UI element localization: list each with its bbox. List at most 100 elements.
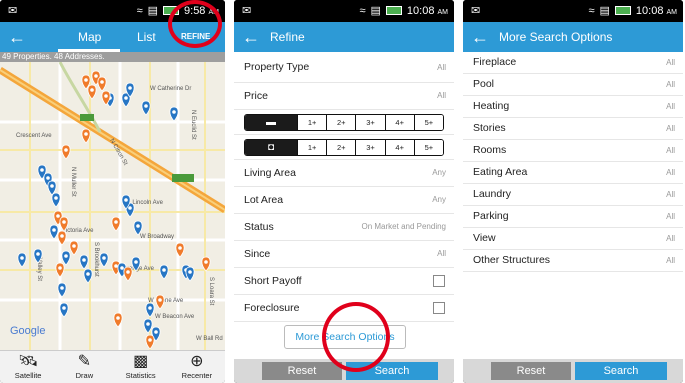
street-label: W Beacon Ave — [155, 314, 195, 320]
bath-option[interactable]: 2+ — [326, 140, 356, 155]
notification-icon: ✉ — [8, 5, 18, 17]
phone-map-screen: ✉ ≈ ▤ 9:58 AM ← Map List REFINE 49 Prope… — [0, 0, 225, 383]
back-arrow-icon[interactable]: ← — [242, 26, 260, 48]
bed-option[interactable]: 2+ — [326, 115, 356, 130]
bar-chart-icon: ▩ — [133, 353, 149, 370]
pin-dot — [120, 266, 124, 270]
notification-icon: ✉ — [242, 5, 252, 17]
pin-dot — [40, 168, 44, 172]
wifi-icon: ≈ — [136, 4, 143, 17]
street-label: W Ball Rd — [196, 336, 223, 342]
more-options-bottom-bar: Reset Search — [463, 359, 683, 383]
pin-dot — [178, 246, 182, 250]
pin-dot — [62, 220, 66, 224]
satellite-icon: 🛰 — [17, 353, 39, 370]
bathtub-icon: ◘ — [245, 140, 297, 155]
pin-dot — [116, 316, 120, 320]
living-area-row[interactable]: Living Area Any — [234, 160, 454, 187]
bath-option[interactable]: 4+ — [384, 140, 414, 155]
pin-dot — [188, 270, 192, 274]
back-arrow-icon[interactable]: ← — [471, 26, 489, 48]
pin-dot — [52, 228, 56, 232]
bed-option[interactable]: 3+ — [355, 115, 385, 130]
pin-dot — [90, 88, 94, 92]
bath-option[interactable]: 5+ — [413, 140, 443, 155]
bath-option[interactable]: 1+ — [297, 140, 327, 155]
pin-dot — [58, 266, 62, 270]
search-button[interactable]: Search — [575, 362, 667, 380]
phone-more-options-screen: ✉ ≈ ▤ 10:08 AM ← More Search Options Fir… — [463, 0, 683, 383]
option-row-fireplace[interactable]: Fireplace All — [463, 52, 683, 74]
option-row-other-structures[interactable]: Other Structures All — [463, 250, 683, 272]
bedrooms-selector: ▬ 1+ 2+ 3+ 4+ 5+ — [234, 110, 454, 135]
pin-dot — [50, 184, 54, 188]
pin-dot — [104, 94, 108, 98]
bed-option[interactable]: 1+ — [297, 115, 327, 130]
page-title: Refine — [270, 30, 305, 44]
bath-option[interactable]: 3+ — [355, 140, 385, 155]
draw-button[interactable]: ✎ Draw — [56, 351, 112, 383]
signal-icon: ▤ — [147, 5, 159, 17]
status-row[interactable]: Status On Market and Pending — [234, 214, 454, 241]
pin-dot — [114, 220, 118, 224]
pin-dot — [86, 272, 90, 276]
wifi-icon: ≈ — [359, 4, 366, 17]
pin-dot — [72, 244, 76, 248]
crosshair-icon: ⊕ — [190, 353, 204, 370]
more-options-list: Fireplace All Pool All Heating All Stories A… — [463, 52, 683, 359]
pin-dot — [84, 78, 88, 82]
pin-dot — [54, 196, 58, 200]
option-row-eating-area[interactable]: Eating Area All — [463, 162, 683, 184]
street-label: N Euclid St — [190, 110, 196, 140]
short-payoff-checkbox[interactable] — [433, 275, 445, 287]
option-row-pool[interactable]: Pool All — [463, 74, 683, 96]
since-row[interactable]: Since All — [234, 241, 454, 268]
price-row[interactable]: Price All — [234, 83, 454, 110]
pin-dot — [128, 86, 132, 90]
short-payoff-row[interactable]: Short Payoff — [234, 268, 454, 295]
highlight-circle — [322, 302, 390, 372]
street-label: Victoria Ave — [62, 228, 94, 234]
option-row-view[interactable]: View All — [463, 228, 683, 250]
option-row-rooms[interactable]: Rooms All — [463, 140, 683, 162]
clock: 10:08 AM — [635, 4, 677, 17]
street-label: S Loara St — [208, 277, 214, 306]
option-row-heating[interactable]: Heating All — [463, 96, 683, 118]
pin-dot — [136, 224, 140, 228]
lot-area-row[interactable]: Lot Area Any — [234, 187, 454, 214]
pin-dot — [56, 214, 60, 218]
street-label: Crescent Ave — [16, 133, 52, 139]
pin-dot — [20, 256, 24, 260]
back-arrow-icon[interactable]: ← — [8, 26, 26, 48]
reset-button[interactable]: Reset — [262, 362, 342, 380]
map-view[interactable]: W Catherine Dr Crescent Ave W Lincoln Av… — [0, 62, 225, 351]
reset-button[interactable]: Reset — [491, 362, 571, 380]
pin-dot — [146, 322, 150, 326]
status-bar: ✉ ≈ ▤ 10:08 AM — [463, 0, 683, 22]
satellite-button[interactable]: 🛰 Satellite — [0, 351, 56, 383]
street-label: W Crone Ave — [148, 298, 184, 304]
bed-option[interactable]: 5+ — [413, 115, 443, 130]
bed-option[interactable]: 4+ — [384, 115, 414, 130]
street-label: W Catherine Dr — [150, 86, 191, 92]
page-title: More Search Options — [499, 30, 613, 44]
tab-map[interactable]: Map — [78, 30, 101, 44]
statistics-button[interactable]: ▩ Statistics — [113, 351, 169, 383]
pin-dot — [84, 132, 88, 136]
option-row-laundry[interactable]: Laundry All — [463, 184, 683, 206]
properties-count: 49 Properties. 48 Addresses. — [0, 52, 225, 62]
pin-dot — [64, 148, 68, 152]
bathrooms-selector: ◘ 1+ 2+ 3+ 4+ 5+ — [234, 135, 454, 160]
pin-dot — [124, 96, 128, 100]
option-row-stories[interactable]: Stories All — [463, 118, 683, 140]
foreclosure-checkbox[interactable] — [433, 302, 445, 314]
pin-dot — [148, 338, 152, 342]
property-type-row[interactable]: Property Type All — [234, 52, 454, 83]
pin-dot — [62, 306, 66, 310]
tab-list[interactable]: List — [137, 30, 156, 44]
option-row-parking[interactable]: Parking All — [463, 206, 683, 228]
map-canvas[interactable]: W Catherine Dr Crescent Ave W Lincoln Av… — [0, 62, 225, 351]
recenter-button[interactable]: ⊕ Recenter — [169, 351, 225, 383]
wifi-icon: ≈ — [588, 4, 595, 17]
pin-dot — [46, 176, 50, 180]
